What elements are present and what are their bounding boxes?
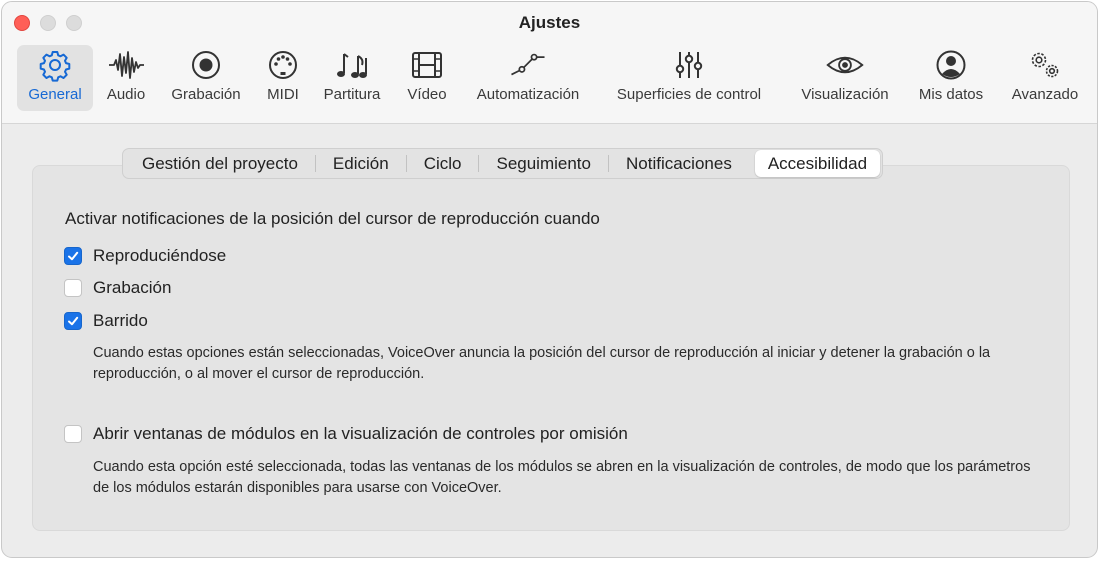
playhead-description: Cuando estas opciones están seleccionada… (93, 345, 991, 382)
person-icon (931, 48, 971, 82)
section-heading: Activar notificaciones de la posición de… (65, 209, 600, 228)
tab-bar: Gestión del proyecto Edición Ciclo Segui… (122, 148, 884, 179)
toolbar-item-video[interactable]: Vídeo (399, 45, 455, 111)
toolbar-item-label: Vídeo (407, 86, 447, 103)
toolbar-item-label: Automatización (476, 86, 580, 103)
checkbox-label: Barrido (93, 311, 148, 330)
toolbar-item-superficies-de-control[interactable]: Superficies de control (599, 45, 779, 111)
tab-seguimiento[interactable]: Seguimiento (479, 150, 608, 177)
toolbar-item-partitura[interactable]: Partitura (313, 45, 391, 111)
checkbox-barrido[interactable]: Barrido (64, 310, 148, 332)
toolbar-item-visualizacion[interactable]: Visualización (789, 45, 901, 111)
checkmark-icon (68, 251, 79, 261)
checkbox-grabacion[interactable]: Grabación (64, 277, 171, 299)
checkbox-box[interactable] (64, 425, 82, 443)
checkbox-box[interactable] (64, 279, 82, 297)
toolbar-item-audio[interactable]: Audio (99, 45, 153, 111)
checkbox-box[interactable] (64, 247, 82, 265)
toolbar-item-label: MIDI (267, 86, 299, 103)
tab-accesibilidad[interactable]: Accesibilidad (754, 150, 881, 177)
music-notes-icon (332, 48, 372, 82)
tab-ciclo[interactable]: Ciclo (407, 150, 479, 177)
window-title: Ajustes (518, 13, 581, 32)
checkmark-icon (68, 316, 79, 326)
toolbar-item-general[interactable]: General (17, 45, 93, 111)
toolbar-item-avanzado[interactable]: Avanzado (1002, 45, 1088, 111)
toolbar: Ajustes General Audio Grabación MIDI Par… (2, 2, 1097, 124)
checkbox-label: Reproduciéndose (93, 246, 227, 265)
toolbar-item-midi[interactable]: MIDI (258, 45, 308, 111)
tab-gestion-del-proyecto[interactable]: Gestión del proyecto (125, 150, 315, 177)
plugin-description: Cuando esta opción esté seleccionada, to… (93, 459, 1031, 496)
waveform-icon (106, 48, 146, 82)
toolbar-item-label: Grabación (171, 86, 241, 103)
toolbar-item-grabacion[interactable]: Grabación (161, 45, 251, 111)
toolbar-item-label: Superficies de control (616, 86, 762, 103)
toolbar-item-label: Audio (106, 86, 146, 103)
toolbar-item-label: Partitura (323, 86, 381, 103)
toolbar-item-label: Mis datos (918, 86, 984, 103)
toolbar-item-automatizacion[interactable]: Automatización (464, 45, 592, 111)
eye-icon (825, 48, 865, 82)
record-icon (186, 48, 226, 82)
toolbar-item-label: Avanzado (1011, 86, 1079, 103)
gears-icon (1025, 48, 1065, 82)
midi-connector-icon (263, 48, 303, 82)
toolbar-item-label: Visualización (801, 86, 889, 103)
checkbox-box[interactable] (64, 312, 82, 330)
tab-notificaciones[interactable]: Notificaciones (609, 150, 749, 177)
faders-icon (669, 48, 709, 82)
checkbox-label: Grabación (93, 278, 172, 297)
automation-curve-icon (508, 48, 548, 82)
tab-edicion[interactable]: Edición (316, 150, 406, 177)
gear-icon (35, 48, 75, 82)
toolbar-item-mis-datos[interactable]: Mis datos (908, 45, 994, 111)
checkbox-reproduciendose[interactable]: Reproduciéndose (64, 245, 226, 267)
checkbox-label: Abrir ventanas de módulos en la visualiz… (93, 424, 628, 443)
toolbar-item-label: General (28, 86, 82, 103)
film-icon (407, 48, 447, 82)
checkbox-abrir-ventanas-modulos[interactable]: Abrir ventanas de módulos en la visualiz… (64, 423, 628, 445)
